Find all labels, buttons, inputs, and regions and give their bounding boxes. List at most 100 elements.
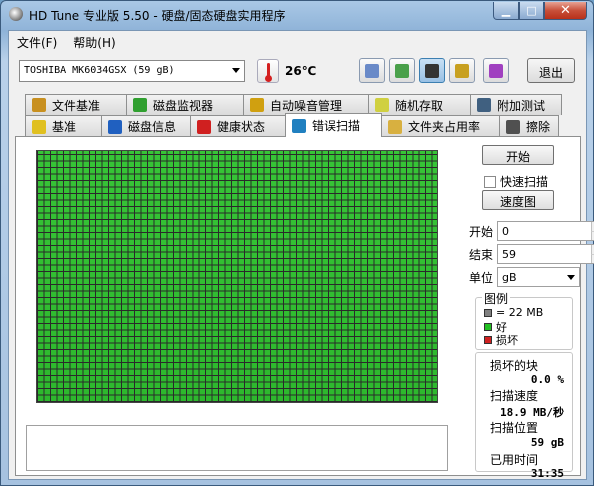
disk-monitor-icon: [133, 98, 147, 112]
tab-row-lower: 基准 磁盘信息 健康状态 错误扫描 文件夹占用率 擦除: [25, 113, 559, 137]
damaged-blocks-label: 损坏的块: [490, 359, 539, 373]
extra-tests-icon: [477, 98, 491, 112]
copy-text-button[interactable]: [389, 58, 415, 83]
screenshot-button[interactable]: [419, 58, 445, 83]
start-scan-button[interactable]: 开始: [482, 145, 554, 165]
quick-scan-checkbox[interactable]: [484, 175, 496, 188]
tab-label: 磁盘监视器: [153, 98, 214, 113]
info-icon: [108, 119, 122, 134]
client-area: 文件(F) 帮助(H) TOSHIBA MK6034GSX (59 gB) 26…: [8, 30, 594, 480]
elapsed-time-value: 31:35: [530, 467, 564, 480]
log-output[interactable]: [26, 425, 448, 471]
copy-info-button[interactable]: [359, 58, 385, 83]
elapsed-time-label: 已用时间: [490, 453, 539, 467]
quick-scan-option[interactable]: 快速扫描: [484, 173, 548, 190]
save-icon: [489, 63, 503, 78]
chevron-down-icon: [232, 68, 240, 73]
end-value: 59: [502, 248, 516, 261]
end-label: 结束: [469, 247, 494, 262]
unit-select[interactable]: gB: [497, 267, 580, 287]
chevron-down-icon: [567, 275, 575, 280]
tab-row-upper: 文件基准 磁盘监视器 自动噪音管理 随机存取 附加测试: [25, 94, 562, 115]
tab-error-scan[interactable]: 错误扫描: [285, 113, 382, 137]
tab-disk-monitor[interactable]: 磁盘监视器: [126, 94, 244, 115]
unit-label: 单位: [469, 270, 494, 285]
folder-icon: [388, 119, 402, 134]
legend-group: 图例 = 22 MB 好 损坏: [475, 290, 573, 350]
save-button[interactable]: [483, 58, 509, 83]
quick-scan-label: 快速扫描: [500, 175, 549, 189]
error-scan-panel: 开始 快速扫描 速度图 开始 0 结束 59 单位 gB 图例 = 22 MB …: [15, 136, 594, 480]
scan-position-value: 59 gB: [530, 436, 564, 449]
legend-swatch-good: [484, 323, 492, 331]
drive-select[interactable]: TOSHIBA MK6034GSX (59 gB): [19, 60, 245, 82]
window-controls: ▁ □ ✕: [493, 2, 587, 20]
random-access-icon: [375, 98, 389, 112]
legend-swatch-block: [484, 308, 492, 317]
tab-label: 磁盘信息: [128, 120, 177, 134]
tab-folder-usage[interactable]: 文件夹占用率: [381, 115, 500, 137]
legend-item: 损坏: [484, 332, 518, 348]
menu-help[interactable]: 帮助(H): [65, 31, 123, 52]
tab-label: 错误扫描: [312, 119, 361, 133]
tab-label: 随机存取: [395, 98, 444, 113]
tab-label: 擦除: [526, 120, 551, 134]
tab-extra-tests[interactable]: 附加测试: [470, 94, 562, 115]
drive-select-value: TOSHIBA MK6034GSX (59 gB): [24, 65, 175, 76]
options-button[interactable]: [449, 58, 475, 83]
app-window: HD Tune 专业版 5.50 - 硬盘/固态硬盘实用程序 ▁ □ ✕ 文件(…: [0, 0, 594, 486]
scan-speed-label: 扫描速度: [490, 389, 539, 403]
start-label: 开始: [469, 224, 494, 239]
window-title: HD Tune 专业版 5.50 - 硬盘/固态硬盘实用程序: [29, 9, 286, 23]
start-value: 0: [502, 225, 509, 238]
tab-label: 文件夹占用率: [408, 120, 481, 134]
tab-label: 基准: [52, 120, 77, 134]
title-bar[interactable]: HD Tune 专业版 5.50 - 硬盘/固态硬盘实用程序 ▁ □ ✕: [1, 1, 593, 29]
tab-label: 附加测试: [497, 98, 546, 113]
legend-item: = 22 MB: [484, 306, 543, 319]
hdtune-app-icon[interactable]: [9, 7, 23, 21]
menu-file[interactable]: 文件(F): [9, 31, 65, 52]
thermometer-icon: [257, 59, 279, 83]
scan-position-label: 扫描位置: [490, 421, 539, 435]
copy-info-icon: [365, 63, 379, 78]
legend-swatch-damaged: [484, 336, 492, 344]
scan-stats: 损坏的块 0.0 % 扫描速度 18.9 MB/秒 扫描位置 59 gB 已用时…: [475, 352, 573, 480]
tab-label: 文件基准: [52, 98, 101, 113]
legend-title: 图例: [482, 290, 511, 307]
tab-random-access[interactable]: 随机存取: [368, 94, 471, 115]
tab-aam[interactable]: 自动噪音管理: [243, 94, 369, 115]
minimize-button[interactable]: ▁: [493, 2, 519, 20]
unit-value: gB: [502, 271, 517, 284]
copy-text-icon: [395, 63, 409, 78]
temperature-value: 26℃: [285, 64, 317, 78]
close-button[interactable]: ✕: [544, 2, 587, 20]
screenshot-icon: [425, 63, 439, 78]
legend-block-size: = 22 MB: [496, 306, 544, 319]
legend-damaged: 损坏: [496, 334, 518, 347]
tab-file-benchmark[interactable]: 文件基准: [25, 94, 127, 115]
start-spinner[interactable]: 0: [497, 221, 594, 241]
options-icon: [455, 63, 469, 78]
exit-button[interactable]: 退出: [527, 58, 575, 83]
health-cross-icon: [197, 119, 211, 134]
menu-bar: 文件(F) 帮助(H): [9, 31, 586, 52]
unit-row: 单位 gB: [469, 267, 580, 287]
end-spinner[interactable]: 59: [497, 244, 594, 264]
toolbar: TOSHIBA MK6034GSX (59 gB) 26℃ 退出: [9, 53, 586, 93]
speed-map-button[interactable]: 速度图: [482, 190, 554, 210]
tab-label: 自动噪音管理: [270, 98, 343, 113]
magnifier-icon: [292, 118, 306, 133]
maximize-button[interactable]: □: [519, 2, 544, 20]
file-benchmark-icon: [32, 98, 46, 112]
end-row: 结束 59: [469, 244, 594, 264]
tab-health[interactable]: 健康状态: [190, 115, 286, 137]
speaker-icon: [250, 98, 264, 112]
tab-label: 健康状态: [217, 120, 266, 134]
tab-disk-info[interactable]: 磁盘信息: [101, 115, 191, 137]
start-row: 开始 0: [469, 221, 594, 241]
damaged-blocks-value: 0.0 %: [530, 373, 564, 386]
bulb-icon: [32, 119, 46, 134]
tab-benchmark[interactable]: 基准: [25, 115, 102, 137]
tab-erase[interactable]: 擦除: [499, 115, 559, 137]
